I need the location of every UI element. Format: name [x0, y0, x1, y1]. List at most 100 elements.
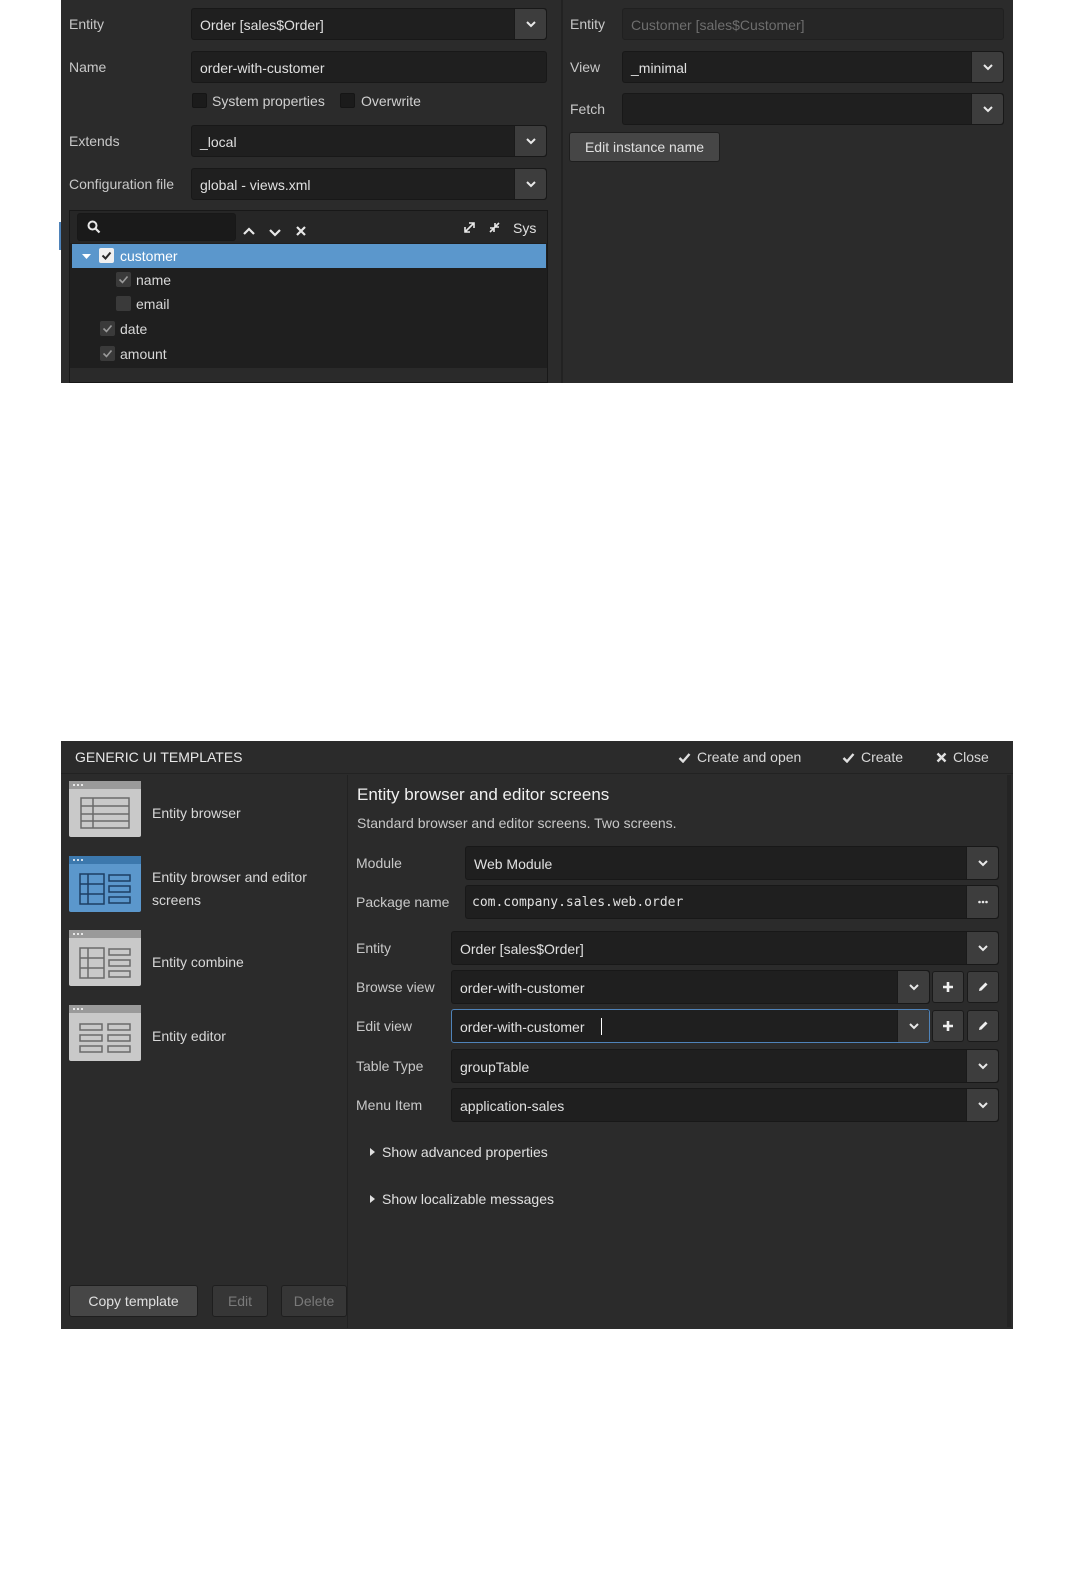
browse-view-label: Browse view	[356, 979, 435, 995]
detail-heading: Entity browser and editor screens	[357, 785, 610, 804]
table-type-label: Table Type	[356, 1058, 424, 1074]
close-icon	[936, 752, 947, 763]
delete-template-button[interactable]: Delete	[281, 1285, 347, 1317]
browse-view-edit-button[interactable]	[967, 971, 999, 1003]
chevron-down-icon[interactable]	[897, 1010, 929, 1042]
module-select[interactable]: Web Module	[465, 846, 999, 880]
fetch-label: Fetch	[570, 101, 606, 117]
tree-search-input[interactable]	[77, 213, 236, 241]
chevron-down-icon[interactable]	[966, 932, 998, 964]
extends-select-value: _local	[200, 134, 237, 150]
package-name-value: com.company.sales.web.order	[472, 895, 684, 910]
edit-view-edit-button[interactable]	[967, 1010, 999, 1042]
menu-item-label: Menu Item	[356, 1097, 423, 1113]
checkbox-amount[interactable]	[100, 346, 115, 361]
edit-view-add-button[interactable]	[932, 1010, 964, 1042]
chevron-down-icon[interactable]	[514, 169, 546, 199]
config-file-select[interactable]: global - views.xml	[191, 168, 547, 200]
show-advanced-properties-toggle[interactable]: Show advanced properties	[370, 1142, 548, 1162]
name-input[interactable]: order-with-customer	[191, 51, 547, 83]
menu-item-value: application-sales	[460, 1098, 565, 1114]
fetch-select[interactable]	[622, 93, 1004, 125]
overwrite-label: Overwrite	[361, 93, 421, 109]
entity-browser-editor-icon	[69, 856, 141, 912]
detail-entity-value: Order [sales$Order]	[460, 941, 584, 957]
chevron-down-icon[interactable]	[971, 52, 1003, 82]
create-label: Create	[861, 749, 904, 765]
extends-label: Extends	[69, 133, 120, 149]
chevron-down-icon[interactable]	[966, 847, 998, 879]
show-localizable-messages-label: Show localizable messages	[382, 1191, 554, 1207]
edit-template-button[interactable]: Edit	[212, 1285, 268, 1317]
tree-horizontal-scrollbar[interactable]	[70, 368, 547, 382]
browse-view-select[interactable]: order-with-customer	[451, 970, 930, 1004]
create-button[interactable]: Create	[842, 747, 903, 767]
entity-select-value: Order [sales$Order]	[200, 17, 324, 33]
collapse-icon[interactable]	[488, 221, 501, 237]
sys-toggle[interactable]: Sys	[513, 218, 536, 238]
extends-select[interactable]: _local	[191, 125, 547, 157]
system-properties-checkbox[interactable]	[192, 93, 207, 108]
copy-template-button[interactable]: Copy template	[69, 1285, 198, 1317]
caret-right-icon	[370, 1148, 375, 1156]
ellipsis-icon[interactable]	[966, 886, 998, 918]
checkbox-date[interactable]	[100, 321, 115, 336]
detail-entity-select[interactable]: Order [sales$Order]	[451, 931, 999, 965]
view-select[interactable]: _minimal	[622, 51, 1004, 83]
checkbox-email[interactable]	[116, 296, 131, 311]
create-and-open-label: Create and open	[697, 749, 802, 765]
clear-icon[interactable]	[296, 223, 306, 239]
tree-item-customer[interactable]: customer	[72, 244, 546, 268]
ref-entity-value: Customer [sales$Customer]	[631, 17, 805, 33]
table-type-value: groupTable	[460, 1059, 530, 1075]
chevron-down-icon[interactable]	[971, 94, 1003, 124]
left-edge-marker	[59, 222, 61, 250]
chevron-down-icon[interactable]	[514, 126, 546, 156]
expand-icon[interactable]	[463, 221, 476, 237]
checkbox-customer[interactable]	[99, 248, 114, 263]
search-icon	[87, 220, 101, 237]
chevron-up-icon[interactable]	[243, 223, 255, 239]
entity-select[interactable]: Order [sales$Order]	[191, 8, 547, 40]
name-label: Name	[69, 59, 107, 75]
tree-item-date[interactable]: date	[72, 317, 546, 341]
tree-item-email[interactable]: email	[72, 292, 546, 316]
browse-view-value: order-with-customer	[460, 980, 585, 996]
chevron-down-icon[interactable]	[966, 1089, 998, 1121]
name-input-value: order-with-customer	[200, 60, 325, 76]
check-icon	[678, 753, 691, 764]
detail-entity-label: Entity	[356, 940, 392, 956]
dialog-title: GENERIC UI TEMPLATES	[75, 749, 243, 765]
create-and-open-button[interactable]: Create and open	[678, 747, 801, 767]
menu-item-select[interactable]: application-sales	[451, 1088, 999, 1122]
tree-label-email: email	[136, 296, 170, 312]
dialog-resize-edge[interactable]	[1007, 775, 1011, 1327]
close-button[interactable]: Close	[936, 747, 989, 767]
chevron-down-icon[interactable]	[966, 1050, 998, 1082]
pencil-icon	[979, 1021, 988, 1030]
overwrite-checkbox[interactable]	[340, 93, 355, 108]
package-name-input[interactable]: com.company.sales.web.order	[465, 885, 999, 919]
edit-instance-name-button[interactable]: Edit instance name	[569, 132, 720, 162]
view-select-value: _minimal	[631, 60, 688, 76]
tree-item-amount[interactable]: amount	[72, 342, 546, 366]
chevron-down-icon[interactable]	[269, 224, 281, 240]
show-advanced-properties-label: Show advanced properties	[382, 1144, 548, 1160]
checkbox-name[interactable]	[116, 272, 131, 287]
tree-item-name[interactable]: name	[72, 268, 546, 292]
entity-browser-icon	[69, 781, 141, 837]
edit-view-select[interactable]: order-with-customer	[451, 1009, 930, 1043]
entity-editor-icon	[69, 1005, 141, 1061]
chevron-down-icon[interactable]	[514, 9, 546, 39]
browse-view-add-button[interactable]	[932, 971, 964, 1003]
module-label: Module	[356, 855, 402, 871]
template-label-entity-combine: Entity combine	[152, 954, 244, 970]
tree-label-amount: amount	[120, 346, 167, 362]
check-icon	[842, 753, 855, 764]
entity-label: Entity	[69, 16, 105, 32]
table-type-select[interactable]: groupTable	[451, 1049, 999, 1083]
edit-view-label: Edit view	[356, 1018, 413, 1034]
close-label: Close	[953, 749, 989, 765]
chevron-down-icon[interactable]	[897, 971, 929, 1003]
show-localizable-messages-toggle[interactable]: Show localizable messages	[370, 1189, 554, 1209]
